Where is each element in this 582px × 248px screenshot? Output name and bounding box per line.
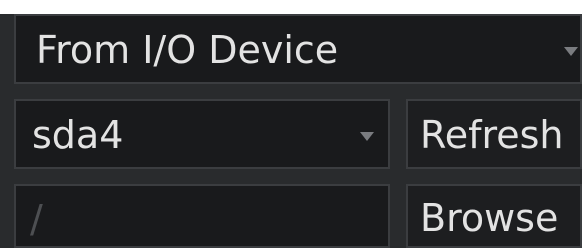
device-dropdown[interactable]: sda4	[14, 99, 390, 169]
path-value: /	[30, 197, 43, 241]
source-type-dropdown[interactable]: From I/O Device	[14, 14, 582, 84]
caret-down-icon	[564, 47, 578, 56]
caret-down-icon	[360, 132, 374, 141]
device-value: sda4	[32, 113, 124, 157]
browse-button[interactable]: Browse	[406, 184, 582, 248]
import-source-panel: From I/O Device sda4 Refresh / Browse	[0, 14, 582, 248]
refresh-button[interactable]: Refresh	[406, 99, 582, 169]
refresh-button-label: Refresh	[420, 113, 564, 157]
browse-button-label: Browse	[420, 196, 559, 240]
path-field[interactable]: /	[14, 184, 390, 248]
source-type-value: From I/O Device	[36, 28, 339, 72]
